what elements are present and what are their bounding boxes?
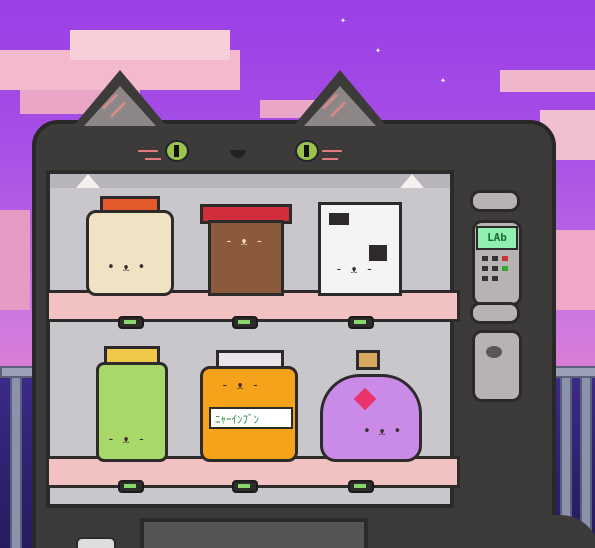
whisker <box>322 158 338 160</box>
jar-cat-face: • ᴥ • <box>363 424 402 439</box>
whisker <box>138 150 158 152</box>
item-tabby-cat-cup[interactable]: - ᴥ - <box>208 220 284 296</box>
item-milky-cat-jar[interactable]: • ᴥ • <box>86 210 174 296</box>
keypad-key[interactable] <box>492 276 498 281</box>
keypad-key[interactable] <box>482 266 488 271</box>
heart-gem-icon <box>353 387 377 411</box>
jar-cat-face: - ᴥ - <box>107 432 146 447</box>
select-button-b3[interactable] <box>348 480 374 493</box>
right-eye <box>295 140 319 162</box>
coin-slot[interactable] <box>470 190 520 212</box>
item-orange-cat-jar[interactable]: - ᴥ - ﾆｬｰｲﾝﾌﾞﾝ <box>200 366 298 462</box>
item-green-leaf-cat-jar[interactable]: - ᴥ - <box>96 362 168 462</box>
cloud <box>0 210 30 310</box>
keypad-key[interactable] <box>502 256 508 261</box>
jar-cat-face: - ᴥ - <box>335 262 374 277</box>
change-slot[interactable] <box>470 302 520 324</box>
window-header <box>50 174 450 188</box>
select-button-a2[interactable] <box>232 316 258 329</box>
keypad-key[interactable] <box>492 266 498 271</box>
cow-spot <box>329 213 349 225</box>
cat-paw <box>76 537 116 548</box>
sparkle-icon: ✦ <box>340 15 347 26</box>
cow-spot <box>369 245 387 261</box>
select-button-b1[interactable] <box>118 480 144 493</box>
lab-screen: LAb <box>476 226 518 250</box>
keypad-key[interactable] <box>482 276 488 281</box>
keypad-key[interactable] <box>482 256 488 261</box>
jar-label-text: ﾆｬｰｲﾝﾌﾞﾝ <box>215 413 259 426</box>
select-button-a1[interactable] <box>118 316 144 329</box>
jar-cat-face: - ᴥ - <box>221 378 260 393</box>
potion-cork <box>356 350 380 370</box>
sparkle-icon: ✦ <box>375 45 382 56</box>
jar-cat-face: - ᴥ - <box>225 234 264 249</box>
sparkle-icon: ✦ <box>440 75 447 86</box>
coin-return-panel[interactable] <box>472 330 522 402</box>
keypad-key[interactable] <box>492 256 498 261</box>
control-panel: LAb <box>466 190 526 410</box>
window-corner-ear <box>400 174 424 188</box>
select-button-b2[interactable] <box>232 480 258 493</box>
railing-post <box>10 376 22 548</box>
whisker <box>145 158 161 160</box>
dispense-tray[interactable] <box>140 518 368 548</box>
cloud <box>500 70 595 92</box>
game-scene: ✦ ✦ ✦ ✦ • ᴥ • <box>0 0 595 548</box>
item-cow-cat-carton[interactable]: - ᴥ - <box>318 202 402 296</box>
cat-tail <box>380 515 595 548</box>
spoon-icon <box>486 346 502 358</box>
cloud <box>70 30 230 60</box>
keypad-key[interactable] <box>502 266 508 271</box>
item-purple-potion-cat[interactable]: • ᴥ • <box>320 374 422 462</box>
display-window: • ᴥ • - ᴥ - - ᴥ - - ᴥ - - ᴥ - ﾆｬｰｲﾝﾌﾞﾝ •… <box>46 170 460 508</box>
whisker <box>322 150 342 152</box>
window-corner-ear <box>76 174 100 188</box>
jar-cat-face: • ᴥ • <box>107 260 146 275</box>
jar-label-band: ﾆｬｰｲﾝﾌﾞﾝ <box>209 407 293 429</box>
left-eye <box>165 140 189 162</box>
select-button-a3[interactable] <box>348 316 374 329</box>
